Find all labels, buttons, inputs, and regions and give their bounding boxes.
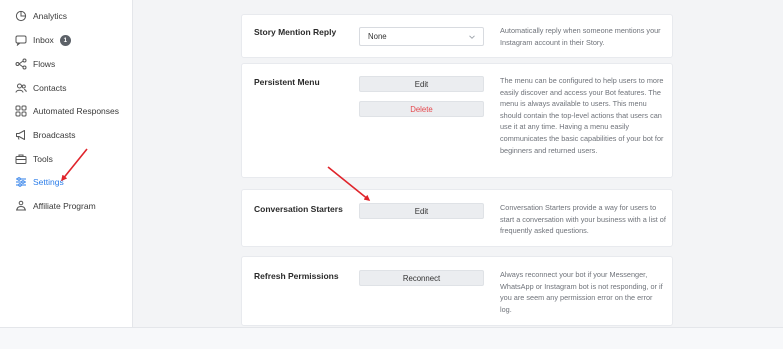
persistent-menu-description: The menu can be configured to help users… xyxy=(500,76,664,155)
refresh-permissions-reconnect-button[interactable]: Reconnect xyxy=(359,270,484,286)
refresh-permissions-card: Refresh Permissions Reconnect Always rec… xyxy=(241,256,673,326)
flows-icon xyxy=(14,58,27,71)
story-mention-reply-select[interactable]: None xyxy=(359,27,484,46)
sidebar-item-label: Broadcasts xyxy=(33,130,76,140)
sidebar-item-label: Flows xyxy=(33,59,56,69)
refresh-permissions-title: Refresh Permissions xyxy=(254,271,339,281)
megaphone-icon xyxy=(14,129,27,142)
sidebar: Analytics Inbox 1 Flows Contacts Automat… xyxy=(0,0,133,327)
select-value: None xyxy=(368,32,387,41)
sidebar-item-affiliate-program[interactable]: Affiliate Program xyxy=(14,197,96,215)
conversation-starters-title: Conversation Starters xyxy=(254,204,343,214)
story-mention-reply-title: Story Mention Reply xyxy=(254,27,337,37)
persistent-menu-delete-button[interactable]: Delete xyxy=(359,101,484,117)
sidebar-item-tools[interactable]: Tools xyxy=(14,150,53,168)
sliders-icon xyxy=(14,176,27,189)
story-mention-reply-description: Automatically reply when someone mention… xyxy=(500,26,661,47)
sidebar-item-automated-responses[interactable]: Automated Responses xyxy=(14,102,119,120)
sidebar-item-label: Automated Responses xyxy=(33,106,119,116)
refresh-permissions-description: Always reconnect your bot if your Messen… xyxy=(500,270,663,314)
sidebar-item-analytics[interactable]: Analytics xyxy=(14,7,67,25)
persistent-menu-edit-button[interactable]: Edit xyxy=(359,76,484,92)
persistent-menu-title: Persistent Menu xyxy=(254,77,320,87)
bottom-strip xyxy=(0,327,783,349)
sidebar-item-settings[interactable]: Settings xyxy=(14,173,64,191)
sidebar-item-label: Affiliate Program xyxy=(33,201,96,211)
sidebar-item-contacts[interactable]: Contacts xyxy=(14,79,67,97)
sidebar-item-flows[interactable]: Flows xyxy=(14,55,55,73)
toolbox-icon xyxy=(14,153,27,166)
inbox-icon xyxy=(14,34,27,47)
sidebar-item-inbox[interactable]: Inbox 1 xyxy=(14,31,71,49)
sidebar-item-label: Tools xyxy=(33,154,53,164)
contacts-icon xyxy=(14,82,27,95)
sidebar-item-broadcasts[interactable]: Broadcasts xyxy=(14,126,76,144)
persistent-menu-card: Persistent Menu Edit Delete The menu can… xyxy=(241,63,673,178)
inbox-count-badge: 1 xyxy=(59,34,71,46)
conversation-starters-edit-button[interactable]: Edit xyxy=(359,203,484,219)
chevron-down-icon xyxy=(469,35,475,39)
affiliate-icon xyxy=(14,200,27,213)
sidebar-item-label: Contacts xyxy=(33,83,67,93)
sidebar-item-label: Settings xyxy=(33,177,64,187)
conversation-starters-card: Conversation Starters Edit Conversation … xyxy=(241,189,673,247)
sidebar-item-label: Inbox xyxy=(33,35,54,45)
conversation-starters-description: Conversation Starters provide a way for … xyxy=(500,203,666,236)
sidebar-item-label: Analytics xyxy=(33,11,68,21)
story-mention-reply-card: Story Mention Reply None Automatically r… xyxy=(241,14,673,58)
analytics-icon xyxy=(14,10,27,23)
automated-responses-icon xyxy=(14,105,27,118)
